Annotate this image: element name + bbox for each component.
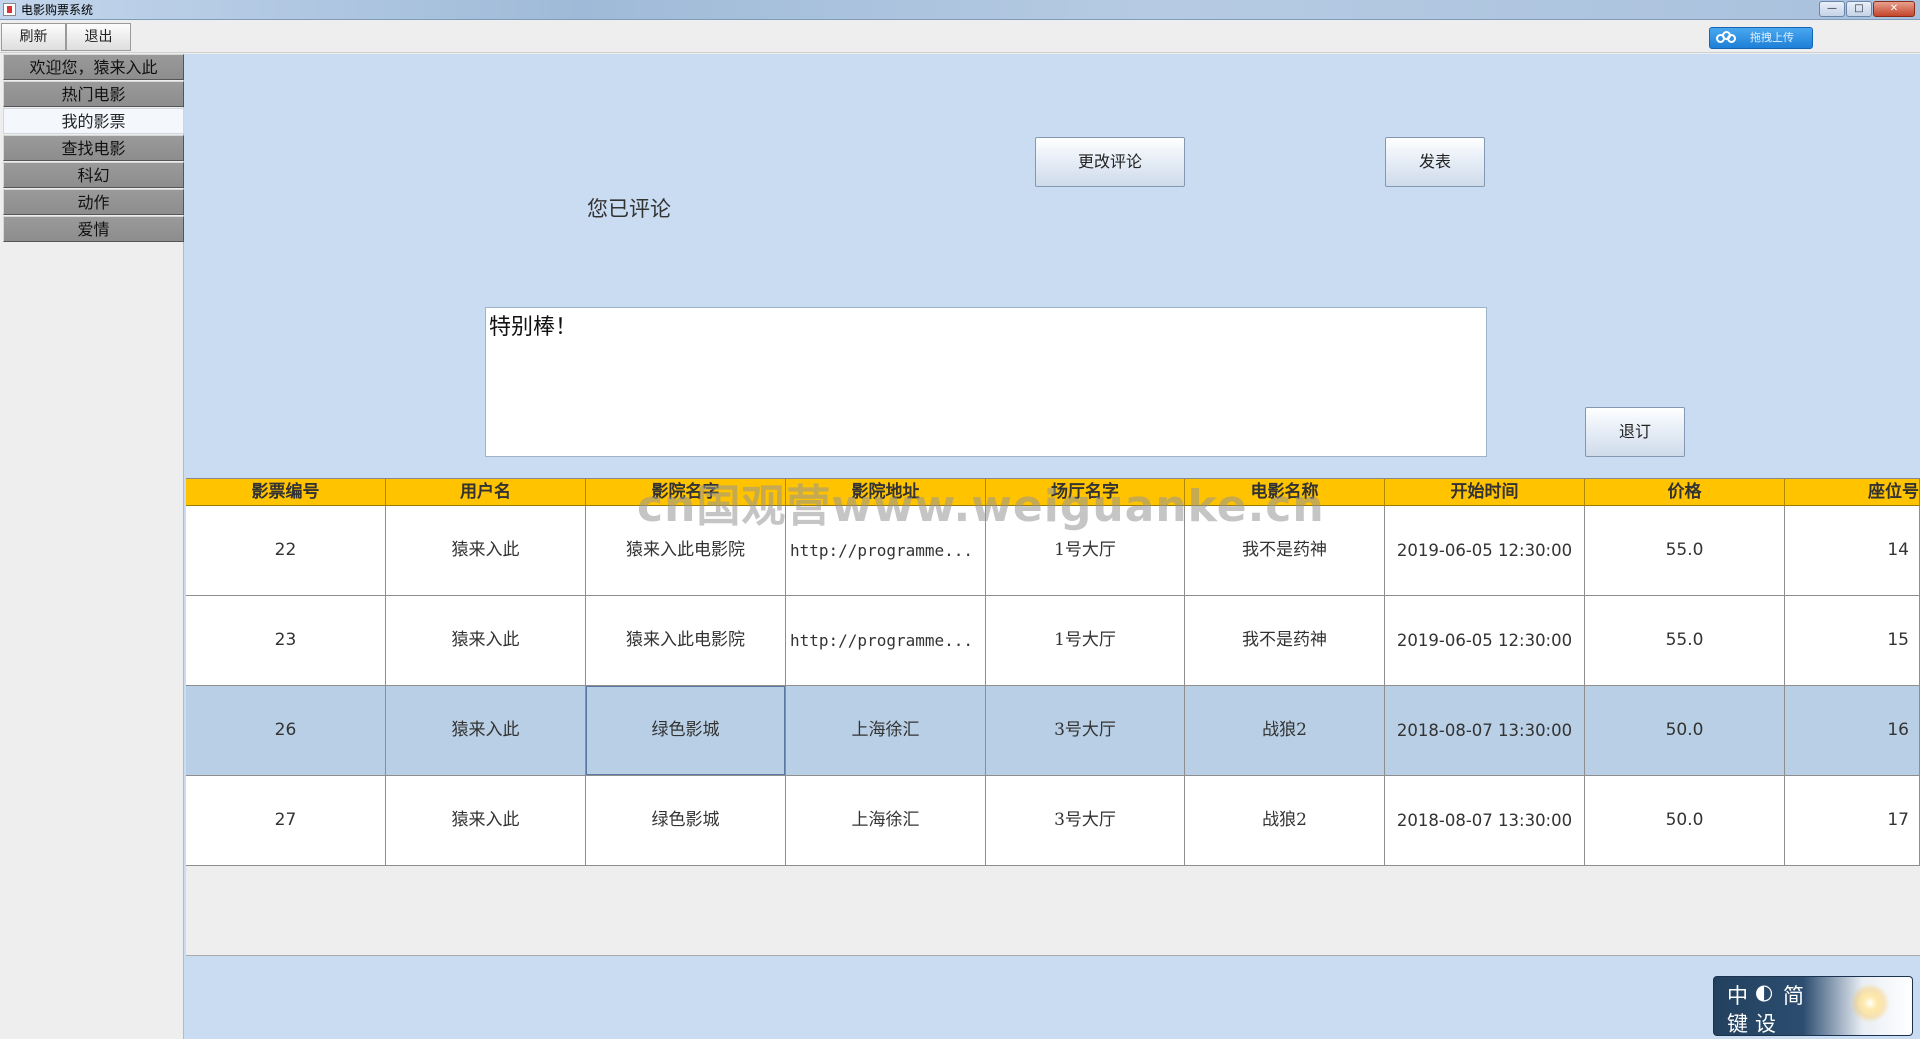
cell-username[interactable]: 猿来入此 [386, 776, 586, 866]
sidebar: 欢迎您，猿来入此 热门电影 我的影票 查找电影 科幻 动作 爱情 [0, 54, 184, 1039]
cell-cinema-name[interactable]: 猿来入此电影院 [586, 596, 786, 686]
cell-cinema-name-focused[interactable]: 绿色影城 [586, 686, 786, 776]
drag-upload-button[interactable]: 拖拽上传 [1709, 27, 1813, 49]
cloud-icon [1716, 31, 1736, 45]
cell-ticket-id[interactable]: 22 [186, 506, 386, 596]
cell-seat[interactable]: 17 [1785, 776, 1920, 866]
maximize-button[interactable]: □ [1846, 1, 1872, 17]
column-header-ticket-id[interactable]: 影票编号 [186, 479, 386, 506]
change-comment-button[interactable]: 更改评论 [1035, 137, 1185, 187]
minimize-button[interactable]: — [1819, 1, 1845, 17]
cell-start-time[interactable]: 2018-08-07 13:30:00 [1385, 776, 1585, 866]
ime-chinese-mode[interactable]: 中 [1727, 980, 1748, 1010]
cell-price[interactable]: 50.0 [1585, 686, 1785, 776]
cell-price[interactable]: 50.0 [1585, 776, 1785, 866]
ime-settings[interactable]: 设 [1755, 1008, 1776, 1038]
window-title: 电影购票系统 [21, 3, 94, 17]
sidebar-item-romance[interactable]: 爱情 [3, 216, 184, 242]
ime-keyboard[interactable]: 键 [1727, 1008, 1748, 1038]
cell-seat[interactable]: 14 [1785, 506, 1920, 596]
cell-movie-name[interactable]: 我不是药神 [1185, 596, 1385, 686]
commented-status-text: 您已评论 [587, 197, 671, 221]
column-header-cinema-address[interactable]: 影院地址 [786, 479, 986, 506]
cell-username[interactable]: 猿来入此 [386, 686, 586, 776]
sidebar-item-search-movies[interactable]: 查找电影 [3, 135, 184, 161]
ime-toolbar[interactable]: 中 ◐ 简 键 设 [1713, 976, 1913, 1036]
refresh-button[interactable]: 刷新 [1, 23, 66, 51]
column-header-movie-name[interactable]: 电影名称 [1185, 479, 1385, 506]
cell-ticket-id[interactable]: 26 [186, 686, 386, 776]
sparkle-icon [1850, 983, 1890, 1023]
sidebar-item-welcome[interactable]: 欢迎您，猿来入此 [3, 54, 184, 80]
java-app-icon [3, 3, 16, 16]
sidebar-item-scifi[interactable]: 科幻 [3, 162, 184, 188]
ticket-table: 影票编号 用户名 影院名字 影院地址 场厅名字 电影名称 开始时间 价格 座位号… [186, 478, 1920, 956]
column-header-seat[interactable]: 座位号 [1785, 479, 1920, 506]
window-title-bar: 电影购票系统 — □ ✕ [0, 0, 1920, 20]
cell-ticket-id[interactable]: 27 [186, 776, 386, 866]
cell-username[interactable]: 猿来入此 [386, 506, 586, 596]
table-header: 影票编号 用户名 影院名字 影院地址 场厅名字 电影名称 开始时间 价格 座位号 [186, 479, 1920, 506]
publish-button[interactable]: 发表 [1385, 137, 1485, 187]
comment-textarea[interactable]: 特别棒！ [485, 307, 1487, 457]
cell-username[interactable]: 猿来入此 [386, 596, 586, 686]
column-header-username[interactable]: 用户名 [386, 479, 586, 506]
cell-start-time[interactable]: 2019-06-05 12:30:00 [1385, 506, 1585, 596]
sidebar-item-action[interactable]: 动作 [3, 189, 184, 215]
cell-start-time[interactable]: 2018-08-07 13:30:00 [1385, 686, 1585, 776]
cell-hall-name[interactable]: 1号大厅 [986, 506, 1185, 596]
cell-seat[interactable]: 15 [1785, 596, 1920, 686]
column-header-cinema-name[interactable]: 影院名字 [586, 479, 786, 506]
cell-start-time[interactable]: 2019-06-05 12:30:00 [1385, 596, 1585, 686]
table-row[interactable]: 23 猿来入此 猿来入此电影院 http://programme... 1号大厅… [186, 596, 1920, 686]
cell-hall-name[interactable]: 3号大厅 [986, 686, 1185, 776]
exit-button[interactable]: 退出 [66, 23, 131, 51]
column-header-start-time[interactable]: 开始时间 [1385, 479, 1585, 506]
refund-button[interactable]: 退订 [1585, 407, 1685, 457]
ime-punctuation-icon[interactable]: ◐ [1755, 980, 1773, 1004]
cell-ticket-id[interactable]: 23 [186, 596, 386, 686]
sidebar-item-hot-movies[interactable]: 热门电影 [3, 81, 184, 107]
cell-cinema-address[interactable]: 上海徐汇 [786, 776, 986, 866]
cell-price[interactable]: 55.0 [1585, 506, 1785, 596]
cell-cinema-address[interactable]: 上海徐汇 [786, 686, 986, 776]
menu-bar: 刷新 退出 拖拽上传 [0, 21, 1920, 53]
cell-movie-name[interactable]: 战狼2 [1185, 686, 1385, 776]
column-header-hall-name[interactable]: 场厅名字 [986, 479, 1185, 506]
table-row[interactable]: 27 猿来入此 绿色影城 上海徐汇 3号大厅 战狼2 2018-08-07 13… [186, 776, 1920, 866]
column-header-price[interactable]: 价格 [1585, 479, 1785, 506]
cell-cinema-name[interactable]: 绿色影城 [586, 776, 786, 866]
cell-movie-name[interactable]: 我不是药神 [1185, 506, 1385, 596]
drag-upload-label: 拖拽上传 [1750, 31, 1794, 44]
cell-movie-name[interactable]: 战狼2 [1185, 776, 1385, 866]
table-row[interactable]: 22 猿来入此 猿来入此电影院 http://programme... 1号大厅… [186, 506, 1920, 596]
cell-price[interactable]: 55.0 [1585, 596, 1785, 686]
cell-cinema-address[interactable]: http://programme... [786, 506, 986, 596]
cell-hall-name[interactable]: 3号大厅 [986, 776, 1185, 866]
cell-cinema-address[interactable]: http://programme... [786, 596, 986, 686]
cell-hall-name[interactable]: 1号大厅 [986, 596, 1185, 686]
sidebar-item-my-tickets[interactable]: 我的影票 [3, 108, 184, 134]
cell-seat[interactable]: 16 [1785, 686, 1920, 776]
table-row-selected[interactable]: 26 猿来入此 绿色影城 上海徐汇 3号大厅 战狼2 2018-08-07 13… [186, 686, 1920, 776]
cell-cinema-name[interactable]: 猿来入此电影院 [586, 506, 786, 596]
ime-simplified[interactable]: 简 [1783, 980, 1804, 1010]
close-button[interactable]: ✕ [1873, 1, 1915, 17]
